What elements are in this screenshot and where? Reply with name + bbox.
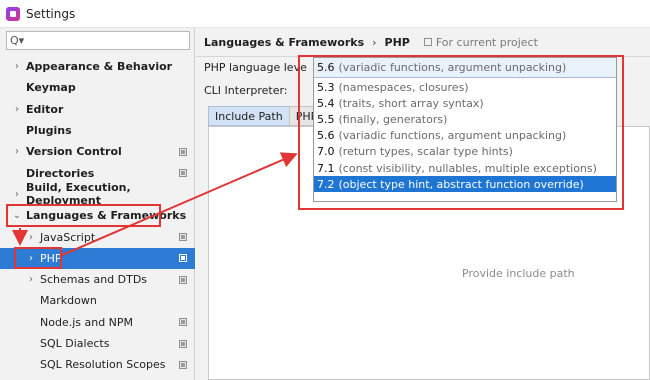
version-description: (namespaces, closures) [338, 80, 469, 94]
sidebar-item-node-js-and-npm[interactable]: Node.js and NPM [0, 312, 195, 333]
sidebar-item-label: Languages & Frameworks [26, 209, 187, 223]
php-language-level-dropdown[interactable]: 5.6 (variadic functions, argument unpack… [313, 57, 617, 202]
version-description: (traits, short array syntax) [338, 96, 484, 110]
breadcrumb-separator: › [372, 35, 377, 49]
cli-interpreter-label: CLI Interpreter: [204, 84, 288, 97]
php-language-level-label: PHP language leve [204, 61, 307, 74]
version-description: (return types, scalar type hints) [338, 145, 513, 159]
sidebar-item-label: JavaScript [40, 230, 96, 244]
dropdown-options: 5.3 (namespaces, closures) 5.4 (traits, sho… [314, 79, 616, 193]
window-title: Settings [26, 6, 76, 21]
sidebar-item-label: Build, Execution, Deployment [26, 181, 131, 208]
chevron-right-icon[interactable]: › [12, 146, 22, 157]
breadcrumb-item: PHP [384, 35, 410, 49]
sidebar-item-label: Markdown [40, 294, 97, 308]
sidebar-item-editor[interactable]: › Editor [0, 99, 195, 120]
dropdown-option[interactable]: 5.3 (namespaces, closures) [314, 79, 616, 95]
sidebar-item-label: Node.js and NPM [40, 315, 134, 329]
version-number: 7.2 [317, 177, 335, 191]
chevron-right-icon[interactable]: › [12, 104, 22, 115]
scope-indicator: For current project [423, 35, 538, 49]
project-settings-icon [179, 147, 187, 156]
sidebar-item-plugins[interactable]: Plugins [0, 120, 195, 141]
sidebar-item-label: Version Control [26, 145, 122, 159]
version-description: (finally, generators) [338, 112, 448, 126]
dropdown-option[interactable]: 5.5 (finally, generators) [314, 111, 616, 127]
dropdown-option[interactable]: 7.2 (object type hint, abstract function … [314, 176, 616, 193]
sidebar-item-label: PHP [40, 251, 62, 265]
sidebar-item-label: SQL Dialects [40, 337, 110, 350]
project-settings-icon [179, 169, 187, 178]
chevron-right-icon[interactable]: › [26, 274, 36, 285]
sidebar-item-label: Appearance & Behavior [26, 60, 173, 74]
breadcrumb-item: Languages & Frameworks [204, 35, 365, 49]
project-settings-icon [179, 318, 187, 327]
project-settings-icon [179, 233, 187, 242]
chevron-right-icon[interactable]: › [26, 253, 36, 264]
sidebar-item-languages-frameworks[interactable]: ⌄ Languages & Frameworks [0, 205, 195, 226]
sidebar-item-keymap[interactable]: Keymap [0, 77, 195, 98]
sidebar-item-label: SQL Resolution Scopes [40, 358, 166, 372]
sidebar-item-build-execution-deployment[interactable]: › Build, Execution, Deployment [0, 181, 195, 208]
version-number: 5.3 [317, 80, 335, 94]
title-bar: Settings [0, 0, 650, 28]
chevron-right-icon[interactable]: › [12, 189, 22, 200]
sidebar-item-php[interactable]: › PHP [0, 247, 195, 269]
chevron-right-icon[interactable]: › [26, 232, 36, 243]
app-icon [6, 6, 20, 21]
sidebar-item-appearance-behavior[interactable]: › Appearance & Behavior [0, 56, 195, 77]
sidebar-item-version-control[interactable]: › Version Control [0, 141, 195, 162]
search-icon: Q▾ [10, 34, 25, 47]
chevron-right-icon[interactable]: › [12, 61, 22, 72]
project-settings-icon [179, 275, 187, 284]
scope-label: For current project [435, 35, 538, 49]
sidebar-item-label: Keymap [26, 81, 76, 95]
version-description: (object type hint, abstract function ove… [338, 177, 584, 191]
project-settings-icon [179, 339, 187, 348]
breadcrumb: Languages & Frameworks › PHP For current… [204, 34, 538, 50]
version-description: (variadic functions, argument unpacking) [338, 129, 567, 143]
dropdown-current-value[interactable]: 5.6 (variadic functions, argument unpack… [314, 58, 616, 78]
version-number: 5.6 [317, 61, 335, 74]
version-number: 5.5 [317, 112, 335, 126]
sidebar-item-label: Editor [26, 102, 64, 116]
sidebar-item-markdown[interactable]: Markdown [0, 290, 195, 311]
dropdown-option[interactable]: 5.6 (variadic functions, argument unpacki… [314, 128, 616, 144]
dropdown-option[interactable]: 7.0 (return types, scalar type hints) [314, 144, 616, 160]
project-settings-icon [179, 360, 187, 369]
chevron-down-icon[interactable]: ⌄ [12, 210, 22, 221]
sidebar-item-label: Schemas and DTDs [40, 273, 148, 287]
version-description: (variadic functions, argument unpacking) [338, 61, 567, 74]
settings-tree: › Appearance & Behavior Keymap › Editor Plugi… [0, 56, 195, 375]
project-settings-icon [179, 254, 187, 263]
sidebar-item-label: Plugins [26, 124, 72, 138]
sidebar-item-sql-dialects[interactable]: SQL Dialects [0, 333, 195, 354]
sidebar-item-label: Directories [26, 166, 95, 180]
project-scope-icon [423, 38, 432, 46]
version-number: 7.0 [317, 145, 335, 159]
empty-list-text: Provide include path [462, 267, 575, 280]
version-number: 7.1 [317, 161, 335, 175]
sidebar-item-schemas-and-dtds[interactable]: › Schemas and DTDs [0, 269, 195, 290]
dropdown-option[interactable]: 7.1 (const visibility, nullables, multipl… [314, 160, 616, 176]
sidebar-item-sql-resolution-scopes[interactable]: SQL Resolution Scopes [0, 354, 195, 375]
dropdown-option[interactable]: 5.4 (traits, short array syntax) [314, 95, 616, 111]
version-description: (const visibility, nullables, multiple e… [338, 161, 597, 175]
tab-label: Include Path [215, 109, 283, 123]
version-number: 5.4 [317, 96, 335, 110]
version-number: 5.6 [317, 129, 335, 143]
settings-search-input[interactable]: Q▾ [6, 31, 190, 50]
settings-sidebar: Q▾ › Appearance & Behavior Keymap › Editor Pl… [0, 28, 195, 380]
sidebar-item-javascript[interactable]: › JavaScript [0, 226, 195, 247]
tab-include-path[interactable]: Include Path [208, 106, 290, 126]
